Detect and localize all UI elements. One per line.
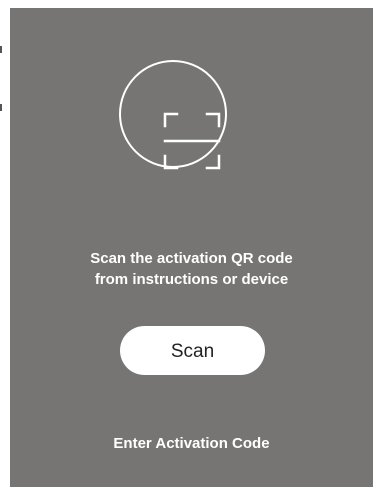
screen: Scan the activation QR code from instruc… xyxy=(0,0,377,493)
edge-marker xyxy=(0,104,2,111)
scan-button[interactable]: Scan xyxy=(120,326,265,375)
scan-instruction: Scan the activation QR code from instruc… xyxy=(10,248,373,290)
instruction-line-2: from instructions or device xyxy=(94,271,289,288)
qr-scan-frame-icon xyxy=(163,112,221,170)
instruction-line-1: Scan the activation QR code xyxy=(90,250,293,267)
edge-marker xyxy=(0,46,2,53)
enter-activation-code-link[interactable]: Enter Activation Code xyxy=(10,434,373,454)
activation-panel: Scan the activation QR code from instruc… xyxy=(10,8,373,487)
